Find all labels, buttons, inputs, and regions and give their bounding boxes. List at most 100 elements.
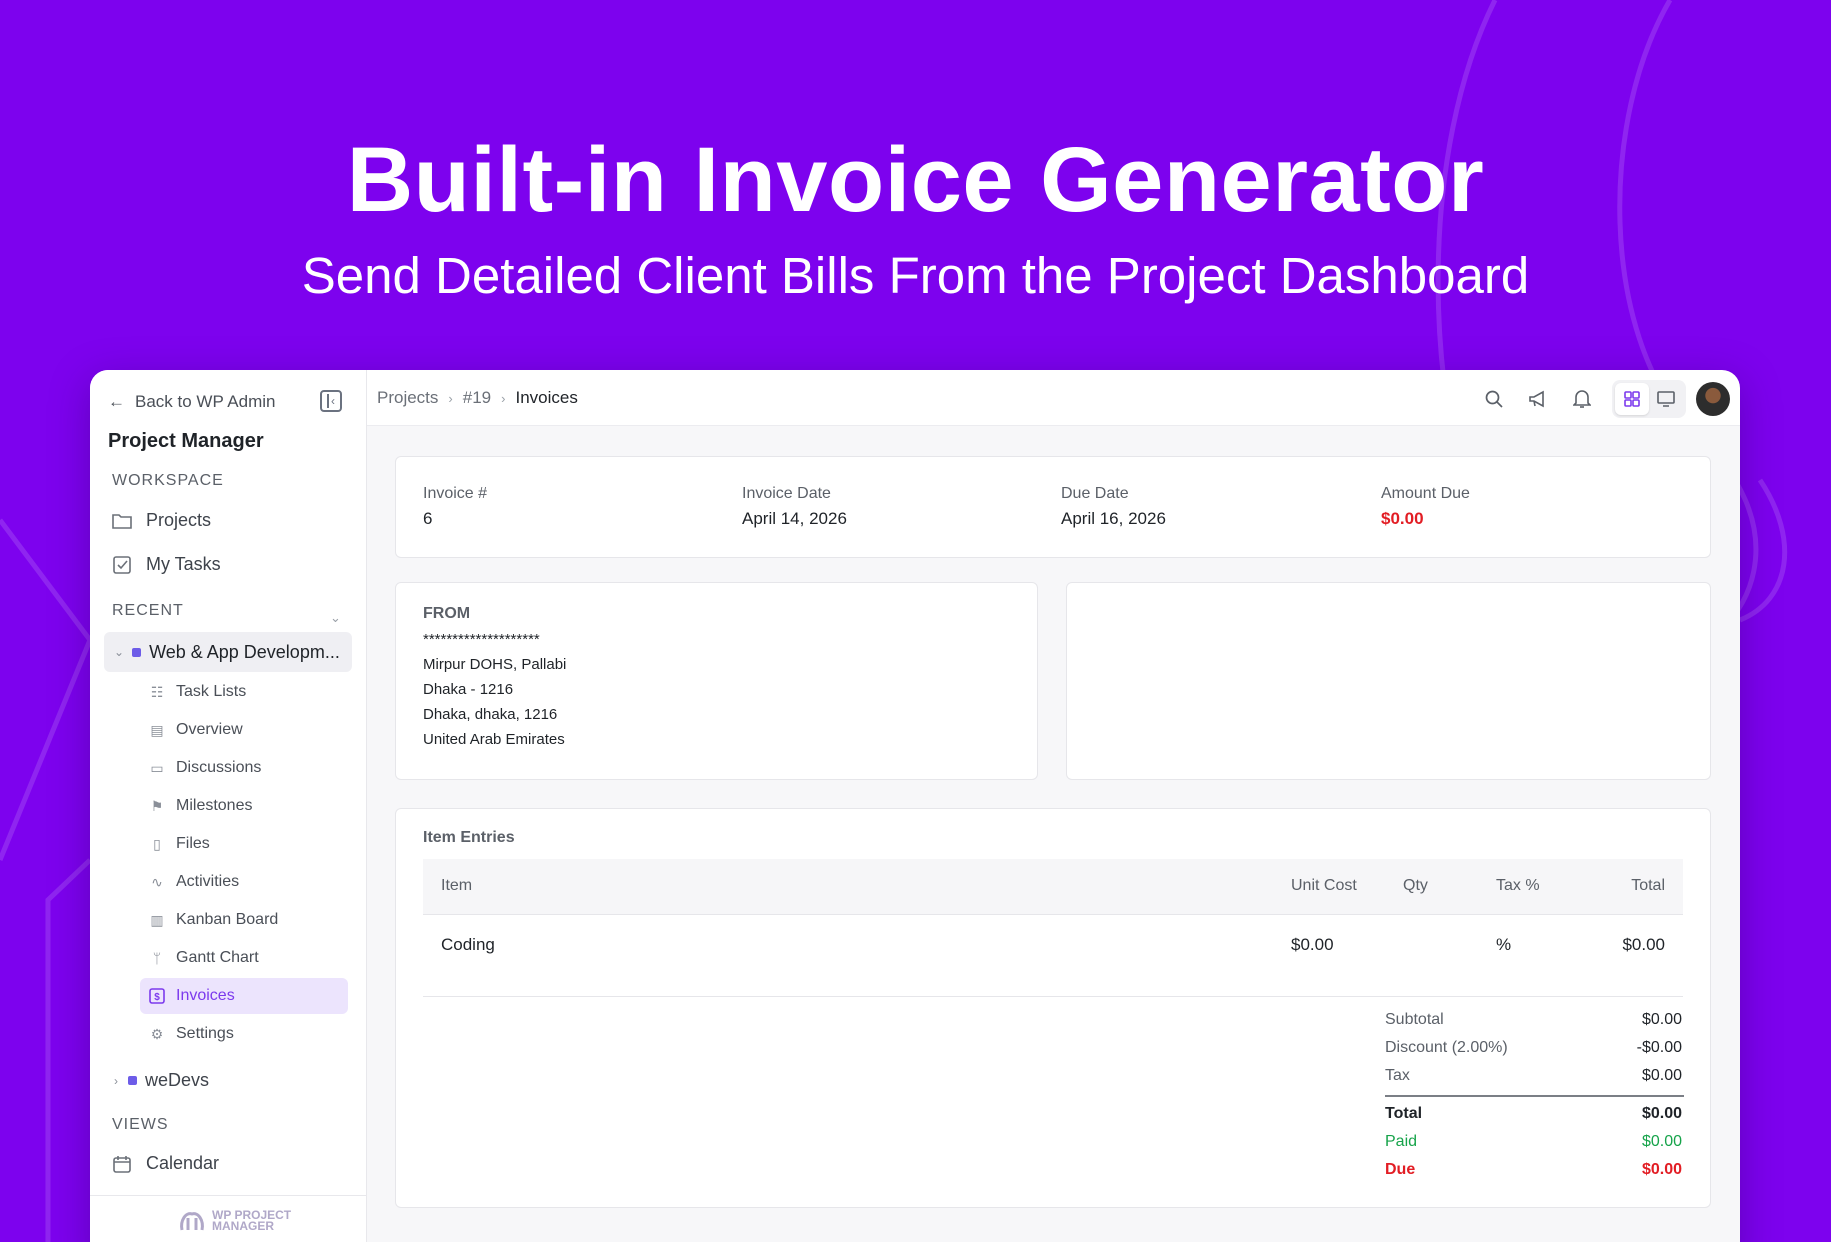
paid-value: $0.00	[1641, 1133, 1682, 1150]
item-entries-heading: Item Entries	[423, 829, 515, 846]
due-date-label: Due Date	[1061, 485, 1129, 502]
sidebar-item-discussions[interactable]: ▭ Discussions	[146, 750, 354, 786]
branch-icon: ᛘ	[152, 950, 162, 966]
discount-label: Discount (2.00%)	[1385, 1039, 1508, 1056]
breadcrumb-project-id[interactable]: #19	[463, 388, 491, 408]
collapse-sidebar-icon[interactable]: ‹	[320, 390, 342, 412]
sidebar-item-activities[interactable]: ∿ Activities	[146, 864, 354, 900]
from-address-line: Dhaka - 1216	[423, 681, 514, 698]
recent-project-label: Web & App Developm...	[149, 641, 340, 662]
workspace-label: WORKSPACE	[112, 472, 224, 489]
due-date-field: Due Date April 16, 2026	[1061, 485, 1166, 529]
sidebar-item-overview[interactable]: ▤ Overview	[146, 712, 354, 748]
sidebar-item-label: Task Lists	[176, 683, 247, 700]
recent-label: RECENT	[112, 602, 184, 619]
to-card	[1066, 582, 1711, 780]
paid-label: Paid	[1385, 1133, 1418, 1150]
top-bar: Projects › #19 › Invoices	[367, 370, 1740, 426]
back-to-admin-link[interactable]: ← Back to WP Admin	[108, 392, 275, 412]
breadcrumb-current: Invoices	[515, 388, 578, 407]
kanban-icon: ▥	[150, 911, 164, 928]
recent-project-wedevs[interactable]: › weDevs	[114, 1070, 209, 1091]
grid-view-icon[interactable]	[1615, 383, 1649, 415]
nav-calendar[interactable]: Calendar	[112, 1153, 219, 1174]
folder-icon	[112, 511, 132, 531]
sidebar-item-label: Milestones	[176, 797, 253, 814]
hero-title: Built-in Invoice Generator	[346, 129, 1485, 231]
total-value: $0.00	[1641, 1105, 1682, 1122]
chat-icon: ▭	[150, 759, 164, 776]
subtotal-value: $0.00	[1641, 1011, 1682, 1028]
views-label: VIEWS	[112, 1116, 169, 1133]
chevron-down-icon[interactable]: ⌄	[330, 610, 341, 626]
sidebar-item-label: Files	[176, 835, 210, 852]
invoice-meta-card: Invoice # 6 Invoice Date April 14, 2026 …	[395, 456, 1711, 558]
logo-text: MANAGER	[212, 1219, 274, 1233]
item-entries-card: Item Entries Item Unit Cost Qty Tax % To…	[395, 808, 1711, 1208]
nav-my-tasks-label: My Tasks	[146, 554, 221, 574]
table-divider	[423, 996, 1683, 997]
from-name: ********************	[423, 631, 540, 648]
from-card: FROM ******************** Mirpur DOHS, P…	[395, 582, 1038, 780]
discount-value: -$0.00	[1636, 1039, 1682, 1056]
column-header-tax: Tax %	[1496, 877, 1540, 894]
sidebar-item-kanban-board[interactable]: ▥ Kanban Board	[146, 902, 354, 938]
chevron-right-icon: ›	[501, 390, 506, 406]
chevron-down-icon: ⌄	[114, 645, 125, 659]
invoice-date-value: April 14, 2026	[742, 509, 847, 528]
sidebar-item-files[interactable]: ▯ Files	[146, 826, 354, 862]
top-icons	[1468, 380, 1730, 418]
breadcrumb-projects[interactable]: Projects	[377, 388, 438, 408]
bell-icon[interactable]	[1564, 381, 1600, 417]
column-header-item: Item	[441, 877, 473, 894]
wp-project-manager-logo: WP PROJECT MANAGER	[178, 1208, 291, 1234]
sidebar-item-label: Settings	[176, 1025, 234, 1042]
column-header-unit-cost: Unit Cost	[1291, 877, 1357, 894]
column-header-qty: Qty	[1403, 877, 1428, 894]
project-color-dot	[128, 1076, 137, 1085]
summary-divider	[1385, 1095, 1684, 1097]
breadcrumb: Projects › #19 › Invoices	[377, 388, 578, 408]
megaphone-icon[interactable]	[1520, 381, 1556, 417]
from-address-line: Dhaka, dhaka, 1216	[423, 706, 558, 723]
avatar[interactable]	[1696, 382, 1730, 416]
amount-due-value: $0.00	[1381, 509, 1424, 528]
invoice-date-label: Invoice Date	[742, 485, 831, 502]
app-name: Project Manager	[108, 430, 264, 452]
hero-subtitle: Send Detailed Client Bills From the Proj…	[301, 247, 1530, 304]
activity-icon: ∿	[151, 873, 163, 890]
invoice-number-field: Invoice # 6	[423, 485, 487, 529]
invoice-date-field: Invoice Date April 14, 2026	[742, 485, 847, 529]
unit-cost-cell: $0.00	[1291, 935, 1334, 954]
recent-project-web-app[interactable]: ⌄ Web & App Developm...	[104, 632, 352, 672]
app-window: ← Back to WP Admin ‹ Project Manager WOR…	[90, 370, 1740, 1242]
search-icon[interactable]	[1476, 381, 1512, 417]
nav-projects[interactable]: Projects	[112, 510, 211, 531]
sidebar-item-gantt-chart[interactable]: ᛘ Gantt Chart	[146, 940, 354, 976]
chevron-right-icon: ›	[448, 390, 453, 406]
signpost-icon: ⚑	[150, 797, 164, 814]
nav-my-tasks[interactable]: My Tasks	[112, 554, 221, 575]
checkbox-icon	[112, 555, 132, 575]
layout-icon: ▤	[150, 721, 164, 738]
total-cell: $0.00	[1622, 935, 1665, 954]
sidebar-item-label: Invoices	[176, 987, 235, 1004]
invoice-number-value: 6	[423, 509, 433, 528]
total-label: Total	[1385, 1105, 1423, 1122]
recent-project-label: weDevs	[145, 1070, 210, 1090]
sidebar-item-task-lists[interactable]: ☷ Task Lists	[146, 674, 354, 710]
column-header-total: Total	[1631, 877, 1665, 894]
tax-cell: %	[1496, 935, 1512, 954]
file-icon: ▯	[153, 835, 161, 852]
sidebar-item-settings[interactable]: ⚙ Settings	[146, 1016, 354, 1052]
sidebar-item-milestones[interactable]: ⚑ Milestones	[146, 788, 354, 824]
sidebar-item-label: Discussions	[176, 759, 262, 776]
calendar-icon	[112, 1154, 132, 1174]
sidebar-item-invoices[interactable]: $ Invoices	[140, 978, 348, 1014]
tax-label: Tax	[1385, 1067, 1410, 1084]
nav-projects-label: Projects	[146, 510, 212, 530]
view-toggle	[1612, 380, 1686, 418]
from-heading: FROM	[423, 605, 471, 622]
gear-icon: ⚙	[150, 1025, 164, 1042]
monitor-view-icon[interactable]	[1649, 383, 1683, 415]
